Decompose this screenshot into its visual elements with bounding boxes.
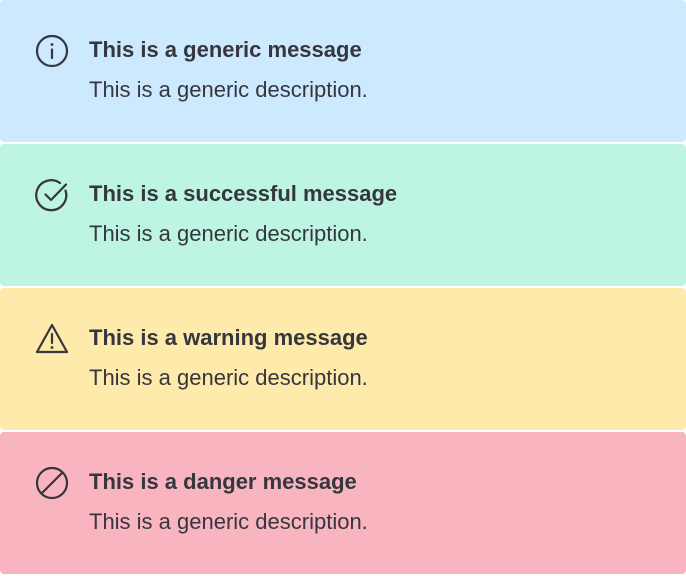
alert-title: This is a successful message — [89, 181, 398, 206]
alert-description: This is a generic description. — [89, 365, 368, 390]
alert-title: This is a danger message — [89, 469, 357, 494]
alert-description: This is a generic description. — [89, 509, 368, 534]
prohibited-circle-icon — [34, 465, 70, 501]
alert-warning: This is a warning message This is a gene… — [0, 288, 686, 430]
alert-success: This is a successful message This is a g… — [0, 144, 686, 286]
alert-title: This is a warning message — [89, 325, 368, 350]
warning-triangle-icon — [34, 321, 70, 357]
alert-description: This is a generic description. — [89, 221, 368, 246]
check-circle-icon — [34, 177, 70, 213]
alert-description: This is a generic description. — [89, 77, 368, 102]
info-circle-icon — [34, 33, 70, 69]
alert-danger: This is a danger message This is a gener… — [0, 432, 686, 574]
alert-title: This is a generic message — [89, 37, 362, 62]
alert-list: This is a generic message This is a gene… — [0, 0, 686, 576]
alert-info: This is a generic message This is a gene… — [0, 0, 686, 142]
